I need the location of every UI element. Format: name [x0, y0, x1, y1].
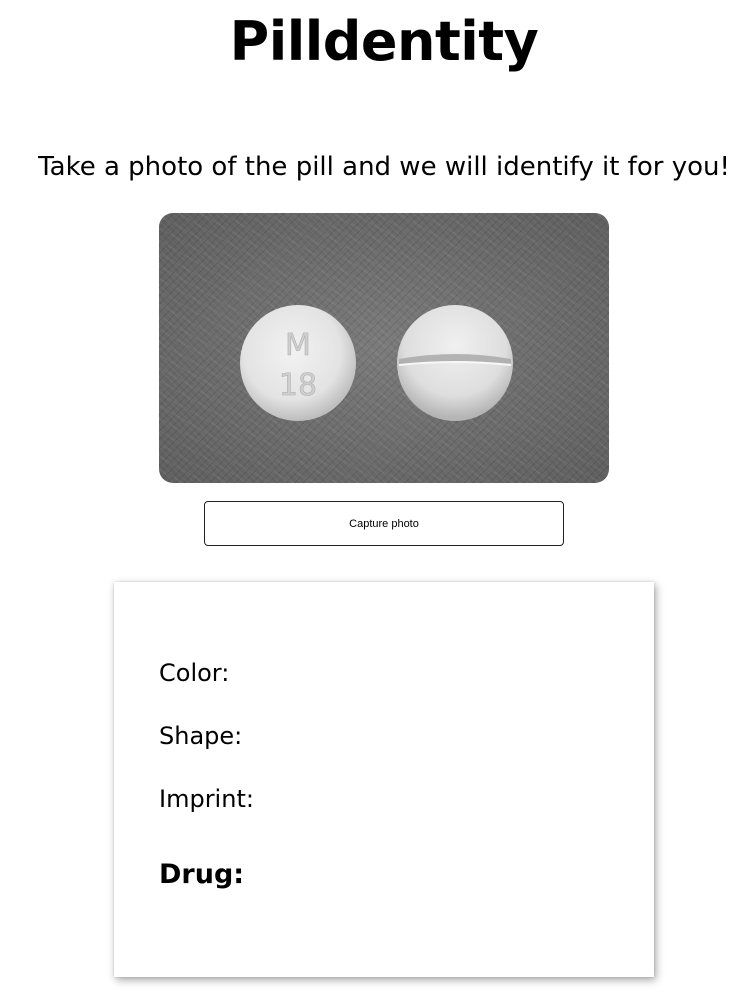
app-title: Pilldentity — [229, 10, 539, 73]
shape-label: Shape: — [159, 722, 243, 750]
imprint-label: Imprint: — [159, 785, 254, 813]
pill-imprint-bottom: 18 — [279, 368, 317, 403]
shape-result: Shape: — [159, 720, 242, 752]
app-page: Pilldentity Take a photo of the pill and… — [0, 0, 750, 996]
pill-photo: M 18 — [240, 305, 513, 421]
pill-imprint-top: M — [285, 328, 311, 363]
camera-preview[interactable]: M 18 — [159, 213, 609, 483]
instructions-text: Take a photo of the pill and we will ide… — [38, 152, 730, 182]
results-card: Color: Shape: Imprint: Drug: — [114, 582, 654, 977]
imprint-result: Imprint: — [159, 783, 254, 815]
drug-result: Drug: — [159, 859, 244, 891]
color-label: Color: — [159, 659, 230, 687]
drug-label: Drug: — [159, 859, 245, 890]
pill-front: M 18 — [240, 305, 356, 421]
color-result: Color: — [159, 657, 229, 689]
capture-photo-button[interactable]: Capture photo — [204, 501, 564, 546]
pill-back — [397, 305, 513, 421]
